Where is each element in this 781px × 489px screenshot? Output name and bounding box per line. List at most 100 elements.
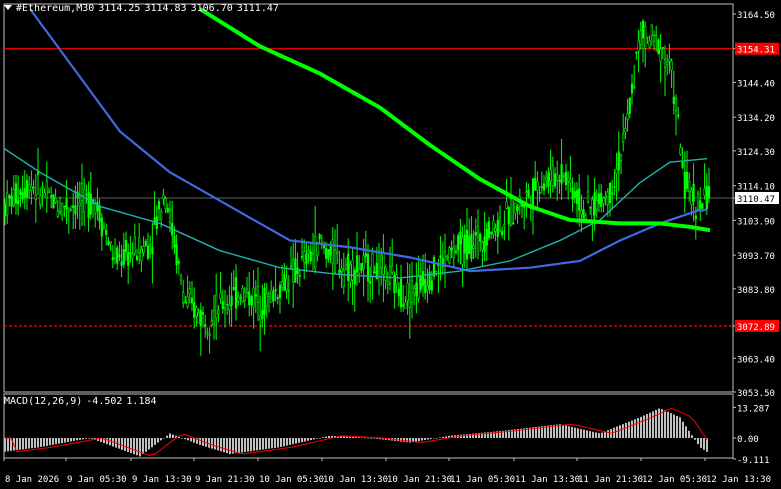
candle-body (294, 258, 297, 283)
macd-histogram-bar (565, 425, 567, 438)
candle-body (166, 207, 169, 213)
candle-body (628, 97, 631, 114)
macd-histogram-bar (445, 436, 447, 438)
macd-histogram-bar (628, 421, 630, 438)
candle-body (25, 179, 29, 199)
candle-body (340, 268, 343, 272)
macd-histogram-bar (250, 438, 252, 452)
candle-body (688, 181, 691, 192)
macd-histogram-bar (598, 433, 600, 438)
candle-body (472, 245, 475, 250)
macd-histogram-bar (352, 437, 354, 438)
candle-body (569, 179, 572, 184)
candle-body (32, 186, 35, 189)
candle-body (263, 288, 266, 315)
candle-body (402, 304, 405, 307)
candle-body (85, 194, 88, 196)
chart-header: #Ethereum,M30 3114.25 3114.83 3106.70 3111.4… (4, 3, 283, 14)
price-axis-label: 3110.47 (737, 195, 775, 205)
candle-body (624, 128, 627, 133)
time-axis-label: 11 Jan 13:30 (515, 475, 580, 485)
candle-body (61, 203, 64, 216)
candle-body (122, 249, 125, 265)
macd-histogram-bar (427, 438, 429, 440)
macd-histogram-bar (670, 413, 672, 438)
candle-body (468, 235, 471, 255)
candle-body (639, 30, 642, 45)
macd-histogram-bar (190, 438, 192, 442)
macd-histogram-bar (133, 438, 135, 455)
chart-canvas[interactable]: 3164.50 3154.31 3144.40 3134.20 3124.30 3114.… (0, 0, 781, 489)
candle-body (635, 51, 638, 54)
candle-body (692, 184, 695, 202)
macd-histogram-bar (235, 438, 237, 454)
candle-body (452, 246, 455, 258)
candle-body (650, 24, 653, 37)
candle-body (534, 177, 537, 191)
candle-body (457, 235, 460, 251)
time-axis-label: 10 Jan 05:30 (259, 475, 324, 485)
macd-histogram-bar (67, 438, 69, 443)
candle-body (164, 198, 167, 210)
candle-body (595, 200, 598, 210)
macd-histogram-bar (43, 438, 45, 447)
macd-histogram-bar (163, 438, 165, 439)
macd-histogram-bar (58, 438, 60, 444)
candle-body (536, 181, 539, 191)
candle-body (404, 302, 407, 309)
candle-body (285, 278, 288, 291)
candle-body (483, 236, 486, 253)
candle-body (377, 252, 381, 278)
macd-histogram-bar (700, 438, 702, 448)
candle-body (74, 205, 77, 215)
macd-histogram-bar (289, 438, 291, 445)
candle-body (571, 187, 574, 200)
candle-body (98, 205, 101, 222)
macd-histogram-bar (292, 438, 294, 445)
price-axis-label: 3164.50 (737, 11, 775, 21)
macd-histogram-bar (430, 438, 432, 439)
macd-histogram-bar (124, 438, 126, 451)
candle-body (371, 253, 374, 278)
dropdown-arrow-icon[interactable] (4, 5, 12, 10)
price-axis-label: 3134.20 (737, 114, 775, 124)
candle-body (210, 320, 213, 326)
candle-body (492, 220, 495, 236)
candle-body (512, 222, 515, 225)
candle-body (663, 59, 667, 68)
candle-body (430, 280, 433, 291)
candle-body (342, 269, 345, 287)
price-axis-label: 3154.31 (737, 46, 775, 56)
candle-body (380, 255, 383, 268)
candle-body (52, 194, 55, 209)
candle-body (670, 60, 673, 71)
macd-histogram-bar (685, 426, 687, 438)
macd-histogram-bar (562, 424, 564, 438)
candle-body (415, 282, 418, 297)
price-axis-label: 3114.10 (737, 183, 775, 193)
candle-body (384, 267, 387, 281)
macd-histogram-bar (679, 417, 681, 438)
macd-histogram-bar (223, 438, 225, 453)
macd-histogram-bar (346, 436, 348, 438)
candle-body (487, 221, 491, 239)
candle-body (12, 189, 15, 207)
macd-histogram-bar (361, 437, 363, 439)
macd-histogram-bar (229, 438, 231, 455)
candle-body (111, 257, 114, 261)
macd-histogram-bar (667, 411, 669, 438)
candle-body (463, 234, 466, 254)
candle-body (69, 208, 73, 212)
macd-histogram-bar (652, 411, 654, 438)
candle-body (333, 249, 337, 274)
candle-body (135, 255, 139, 261)
candle-body (43, 192, 46, 197)
macd-histogram-bar (79, 438, 81, 440)
macd-histogram-bar (688, 430, 690, 438)
candle-body (679, 147, 682, 155)
macd-histogram-bar (280, 438, 282, 447)
macd-histogram-bar (73, 438, 75, 441)
candle-body (28, 184, 31, 191)
candle-body (615, 168, 618, 174)
macd-histogram-bar (145, 438, 147, 452)
